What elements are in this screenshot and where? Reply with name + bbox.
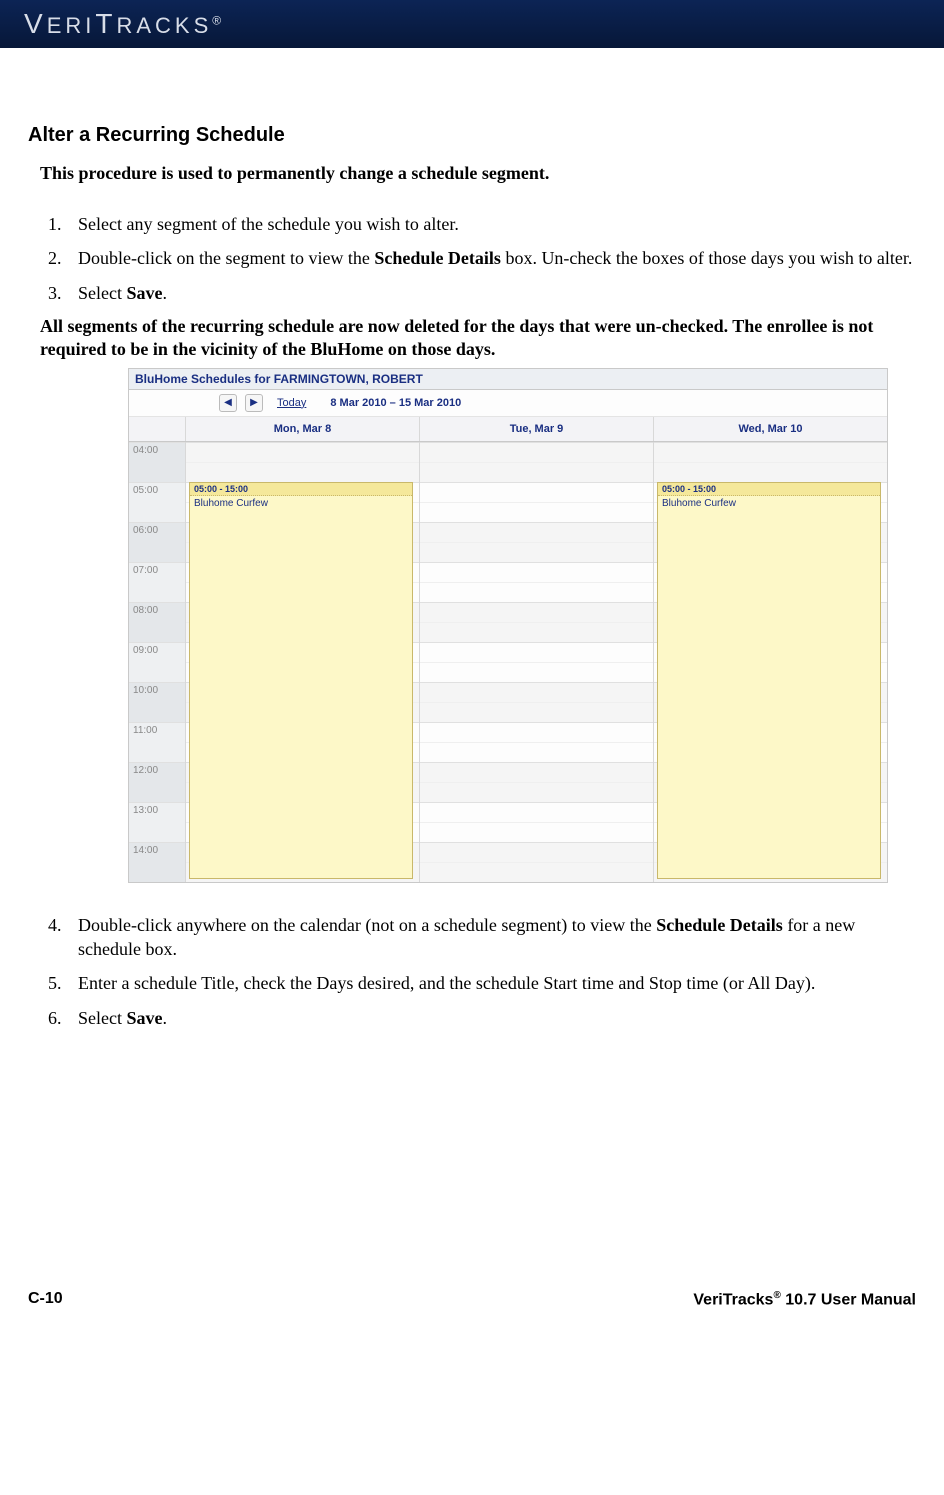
day-header: Tue, Mar 9 bbox=[419, 417, 653, 441]
date-range: 8 Mar 2010 – 15 Mar 2010 bbox=[330, 397, 461, 409]
calendar-title: BluHome Schedules for FARMINGTOWN, ROBER… bbox=[129, 369, 887, 390]
time-column: 04:0005:0006:0007:0008:0009:0010:0011:00… bbox=[129, 442, 185, 882]
event-label: Bluhome Curfew bbox=[658, 496, 880, 511]
logo-letter: V bbox=[24, 8, 47, 39]
calendar-screenshot: BluHome Schedules for FARMINGTOWN, ROBER… bbox=[128, 368, 888, 883]
time-label: 10:00 bbox=[129, 682, 185, 722]
bold-term: Save bbox=[126, 1008, 162, 1028]
step-item: Enter a schedule Title, check the Days d… bbox=[66, 971, 916, 995]
brand-logo: VERITRACKS® bbox=[24, 8, 225, 40]
today-link[interactable]: Today bbox=[271, 395, 312, 411]
schedule-segment[interactable]: 05:00 - 15:00Bluhome Curfew bbox=[657, 482, 881, 879]
event-time: 05:00 - 15:00 bbox=[190, 483, 412, 496]
time-label: 13:00 bbox=[129, 802, 185, 842]
step-item: Select any segment of the schedule you w… bbox=[66, 212, 916, 236]
time-label: 08:00 bbox=[129, 602, 185, 642]
footer-manual-title: VeriTracks® 10.7 User Manual bbox=[693, 1290, 916, 1309]
result-text: All segments of the recurring schedule a… bbox=[40, 315, 916, 362]
intro-text: This procedure is used to permanently ch… bbox=[40, 163, 916, 184]
step-item: Select Save. bbox=[66, 281, 916, 305]
day-column-tue[interactable] bbox=[419, 442, 653, 882]
steps-list-b: Double-click anywhere on the calendar (n… bbox=[66, 913, 916, 1030]
event-time: 05:00 - 15:00 bbox=[658, 483, 880, 496]
time-label: 11:00 bbox=[129, 722, 185, 762]
time-label: 14:00 bbox=[129, 842, 185, 882]
step-item: Double-click anywhere on the calendar (n… bbox=[66, 913, 916, 962]
registered-mark: ® bbox=[212, 14, 225, 28]
page-footer: C-10 VeriTracks® 10.7 User Manual bbox=[0, 1290, 944, 1329]
calendar-body: 04:0005:0006:0007:0008:0009:0010:0011:00… bbox=[129, 442, 887, 882]
step-item: Select Save. bbox=[66, 1006, 916, 1030]
time-label: 06:00 bbox=[129, 522, 185, 562]
bold-term: Schedule Details bbox=[656, 915, 783, 935]
calendar-nav: ◀ ▶ Today 8 Mar 2010 – 15 Mar 2010 bbox=[129, 390, 887, 417]
logo-segment: RACKS bbox=[116, 13, 212, 38]
day-header: Wed, Mar 10 bbox=[653, 417, 887, 441]
day-header: Mon, Mar 8 bbox=[185, 417, 419, 441]
logo-segment: ERI bbox=[47, 13, 96, 38]
time-label: 07:00 bbox=[129, 562, 185, 602]
app-header: VERITRACKS® bbox=[0, 0, 944, 48]
page-title: Alter a Recurring Schedule bbox=[28, 124, 916, 147]
step-item: Double-click on the segment to view the … bbox=[66, 246, 916, 270]
prev-arrow-icon[interactable]: ◀ bbox=[219, 394, 237, 412]
time-label: 05:00 bbox=[129, 482, 185, 522]
time-label: 12:00 bbox=[129, 762, 185, 802]
next-arrow-icon[interactable]: ▶ bbox=[245, 394, 263, 412]
day-column-wed[interactable]: 05:00 - 15:00Bluhome Curfew bbox=[653, 442, 887, 882]
event-label: Bluhome Curfew bbox=[190, 496, 412, 511]
steps-list-a: Select any segment of the schedule you w… bbox=[66, 212, 916, 305]
logo-letter: T bbox=[95, 8, 116, 39]
bold-term: Schedule Details bbox=[374, 248, 501, 268]
calendar-headers: Mon, Mar 8 Tue, Mar 9 Wed, Mar 10 bbox=[129, 417, 887, 442]
day-column-mon[interactable]: 05:00 - 15:00Bluhome Curfew bbox=[185, 442, 419, 882]
time-label: 04:00 bbox=[129, 442, 185, 482]
footer-page-number: C-10 bbox=[28, 1290, 63, 1309]
schedule-segment[interactable]: 05:00 - 15:00Bluhome Curfew bbox=[189, 482, 413, 879]
time-label: 09:00 bbox=[129, 642, 185, 682]
bold-term: Save bbox=[126, 283, 162, 303]
